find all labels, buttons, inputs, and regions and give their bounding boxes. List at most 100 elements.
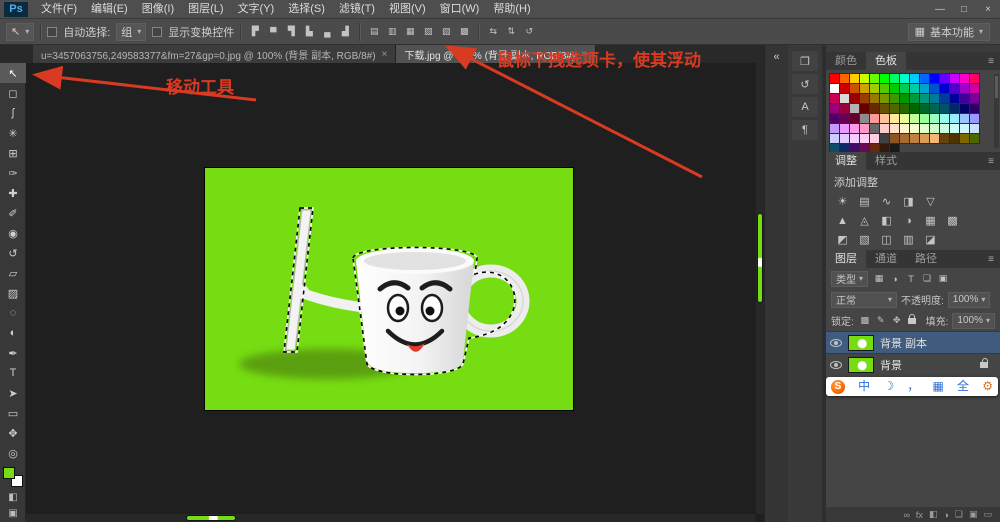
color-swatch[interactable] xyxy=(960,134,969,143)
color-swatch[interactable] xyxy=(970,74,979,83)
gradient-map-icon[interactable]: ▥ xyxy=(900,231,917,248)
color-swatch[interactable] xyxy=(860,94,869,103)
healing-brush-tool[interactable]: ✚ xyxy=(0,183,26,203)
color-swatch[interactable] xyxy=(850,114,859,123)
tab-styles[interactable]: 样式 xyxy=(866,152,906,170)
color-swatch[interactable] xyxy=(930,134,939,143)
layer-row-background[interactable]: 背景 xyxy=(826,353,1000,375)
color-swatch[interactable] xyxy=(920,94,929,103)
color-swatch[interactable] xyxy=(900,114,909,123)
color-swatch[interactable] xyxy=(930,124,939,133)
color-swatch[interactable] xyxy=(860,124,869,133)
color-swatch[interactable] xyxy=(830,84,839,93)
color-swatch[interactable] xyxy=(900,94,909,103)
blur-tool[interactable]: ◌ xyxy=(0,303,26,323)
clone-source-panel-icon[interactable]: ❐ xyxy=(792,51,818,71)
sogou-logo-icon[interactable]: S xyxy=(831,380,845,394)
color-swatch[interactable] xyxy=(900,124,909,133)
color-swatch[interactable] xyxy=(960,104,969,113)
black-white-icon[interactable]: ◧ xyxy=(878,212,895,229)
new-adjustment-icon[interactable]: ◑ xyxy=(943,510,948,520)
color-swatch[interactable] xyxy=(870,84,879,93)
show-transform-checkbox[interactable] xyxy=(152,27,162,37)
swatches-scrollbar[interactable] xyxy=(994,74,999,148)
color-swatch[interactable] xyxy=(920,124,929,133)
opacity-dropdown[interactable]: 100% ▾ xyxy=(948,292,991,308)
color-swatch[interactable] xyxy=(940,74,949,83)
distribute-hcenter-icon[interactable]: ▨ xyxy=(438,24,454,40)
color-swatch[interactable] xyxy=(970,134,979,143)
color-swatch[interactable] xyxy=(960,94,969,103)
close-tab-icon[interactable]: × xyxy=(581,49,587,60)
color-swatch[interactable] xyxy=(910,94,919,103)
color-swatch[interactable] xyxy=(870,74,879,83)
color-swatch[interactable] xyxy=(900,104,909,113)
lock-all-icon[interactable] xyxy=(908,318,916,324)
threshold-icon[interactable]: ◫ xyxy=(878,231,895,248)
document-tab-2[interactable]: 下载.jpg @ 100% (背景 副本, RGB/8#) × xyxy=(396,45,596,63)
color-balance-icon[interactable]: ◬ xyxy=(856,212,873,229)
color-swatch[interactable] xyxy=(880,114,889,123)
color-swatch[interactable] xyxy=(950,94,959,103)
color-swatch[interactable] xyxy=(850,74,859,83)
color-swatch[interactable] xyxy=(970,124,979,133)
marquee-tool[interactable]: ◻ xyxy=(0,83,26,103)
color-swatch[interactable] xyxy=(920,74,929,83)
foreground-color-swatch[interactable] xyxy=(3,467,15,479)
color-swatch[interactable] xyxy=(880,124,889,133)
menu-item[interactable]: 帮助(H) xyxy=(486,0,537,19)
distribute-right-icon[interactable]: ▩ xyxy=(456,24,472,40)
color-swatch[interactable] xyxy=(830,74,839,83)
history-panel-icon[interactable]: ↺ xyxy=(792,74,818,94)
layer-style-icon[interactable]: fx xyxy=(916,510,923,520)
color-swatch[interactable] xyxy=(850,94,859,103)
color-swatch[interactable] xyxy=(870,104,879,113)
path-select-tool[interactable]: ➤ xyxy=(0,383,26,403)
color-swatch[interactable] xyxy=(900,134,909,143)
quick-selection-tool[interactable]: ✳ xyxy=(0,123,26,143)
color-swatch[interactable] xyxy=(910,104,919,113)
color-swatch[interactable] xyxy=(890,94,899,103)
menu-item[interactable]: 图层(L) xyxy=(181,0,230,19)
fill-dropdown[interactable]: 100% ▾ xyxy=(952,313,995,329)
type-layer-filter-icon[interactable]: T xyxy=(904,272,918,286)
close-tab-icon[interactable]: × xyxy=(382,49,388,60)
screen-mode-icon[interactable]: ▣ xyxy=(0,505,26,521)
auto-align-icon[interactable]: ⇆ xyxy=(485,24,501,40)
color-swatch[interactable] xyxy=(950,124,959,133)
color-swatch[interactable] xyxy=(860,74,869,83)
color-swatch[interactable] xyxy=(830,94,839,103)
color-swatch[interactable] xyxy=(910,124,919,133)
color-swatch[interactable] xyxy=(950,114,959,123)
adjustment-layer-filter-icon[interactable]: ◑ xyxy=(888,272,902,286)
color-lookup-icon[interactable]: ▩ xyxy=(944,212,961,229)
align-bottom-icon[interactable]: ▜ xyxy=(283,24,299,40)
eraser-tool[interactable]: ▱ xyxy=(0,263,26,283)
canvas-area[interactable] xyxy=(26,63,764,522)
levels-icon[interactable]: ▤ xyxy=(856,193,873,210)
character-panel-icon[interactable]: A xyxy=(792,97,818,117)
color-swatch[interactable] xyxy=(890,114,899,123)
ime-simplified-icon[interactable]: 全 xyxy=(957,377,969,396)
color-swatch[interactable] xyxy=(840,84,849,93)
menu-item[interactable]: 滤镜(T) xyxy=(332,0,382,19)
color-swatch[interactable] xyxy=(900,84,909,93)
pixel-layer-filter-icon[interactable]: ▦ xyxy=(872,272,886,286)
color-swatch[interactable] xyxy=(830,114,839,123)
arrange-icon[interactable]: ↺ xyxy=(521,24,537,40)
tab-paths[interactable]: 路径 xyxy=(906,250,946,268)
selective-color-icon[interactable]: ◪ xyxy=(922,231,939,248)
link-layers-icon[interactable]: ∞ xyxy=(904,510,910,520)
color-swatch[interactable] xyxy=(940,114,949,123)
pen-tool[interactable]: ✒ xyxy=(0,343,26,363)
color-swatch[interactable] xyxy=(840,114,849,123)
lock-position-icon[interactable]: ✥ xyxy=(890,314,904,328)
exposure-icon[interactable]: ◨ xyxy=(900,193,917,210)
color-swatch[interactable] xyxy=(860,84,869,93)
quick-mask-icon[interactable]: ◧ xyxy=(0,489,26,505)
blend-mode-dropdown[interactable]: 正常 ▾ xyxy=(831,292,897,308)
document-tab-1[interactable]: u=3457063756,249583377&fm=27&gp=0.jpg @ … xyxy=(33,45,396,63)
paragraph-panel-icon[interactable]: ¶ xyxy=(792,120,818,140)
color-swatch[interactable] xyxy=(970,114,979,123)
auto-select-dropdown[interactable]: 组 ▾ xyxy=(116,23,146,41)
